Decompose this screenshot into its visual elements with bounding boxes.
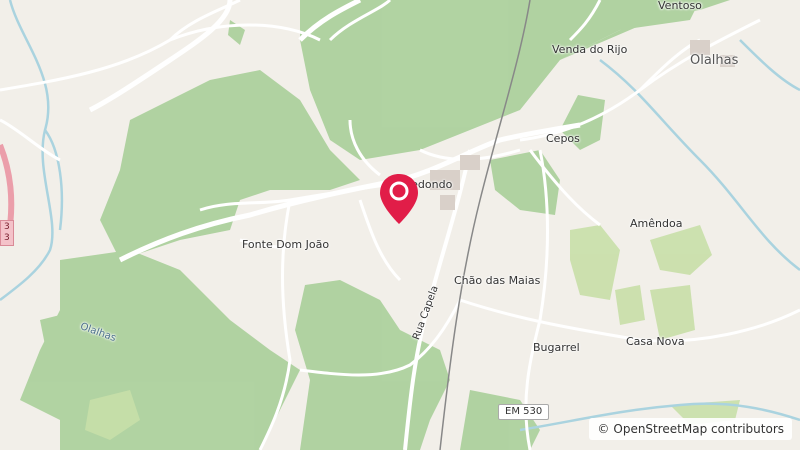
copyright-symbol: © (597, 422, 610, 436)
place-label-ventoso: Ventoso (658, 0, 702, 12)
attribution-link[interactable]: OpenStreetMap contributors (613, 422, 784, 436)
edge-route-badge: 3 3 (0, 220, 14, 246)
road-shield-em530: EM 530 (498, 404, 550, 420)
edge-badge-line-2: 3 (4, 233, 10, 243)
place-label-amendoa: Amêndoa (630, 217, 683, 230)
place-label-cepos: Cepos (546, 132, 580, 145)
place-label-olalhas-town: Olalhas (690, 53, 739, 68)
edge-badge-line-1: 3 (4, 222, 10, 232)
map-pin-icon[interactable] (378, 172, 420, 226)
attribution-box: © OpenStreetMap contributors (589, 418, 792, 440)
place-label-casa-nova: Casa Nova (626, 335, 685, 348)
place-label-bugarrel: Bugarrel (533, 341, 580, 354)
place-label-venda-do-rijo: Venda do Rijo (552, 43, 628, 56)
place-label-chao-das-maias: Chão das Maias (454, 274, 541, 287)
place-label-fonte-dom-joao: Fonte Dom João (242, 238, 330, 251)
